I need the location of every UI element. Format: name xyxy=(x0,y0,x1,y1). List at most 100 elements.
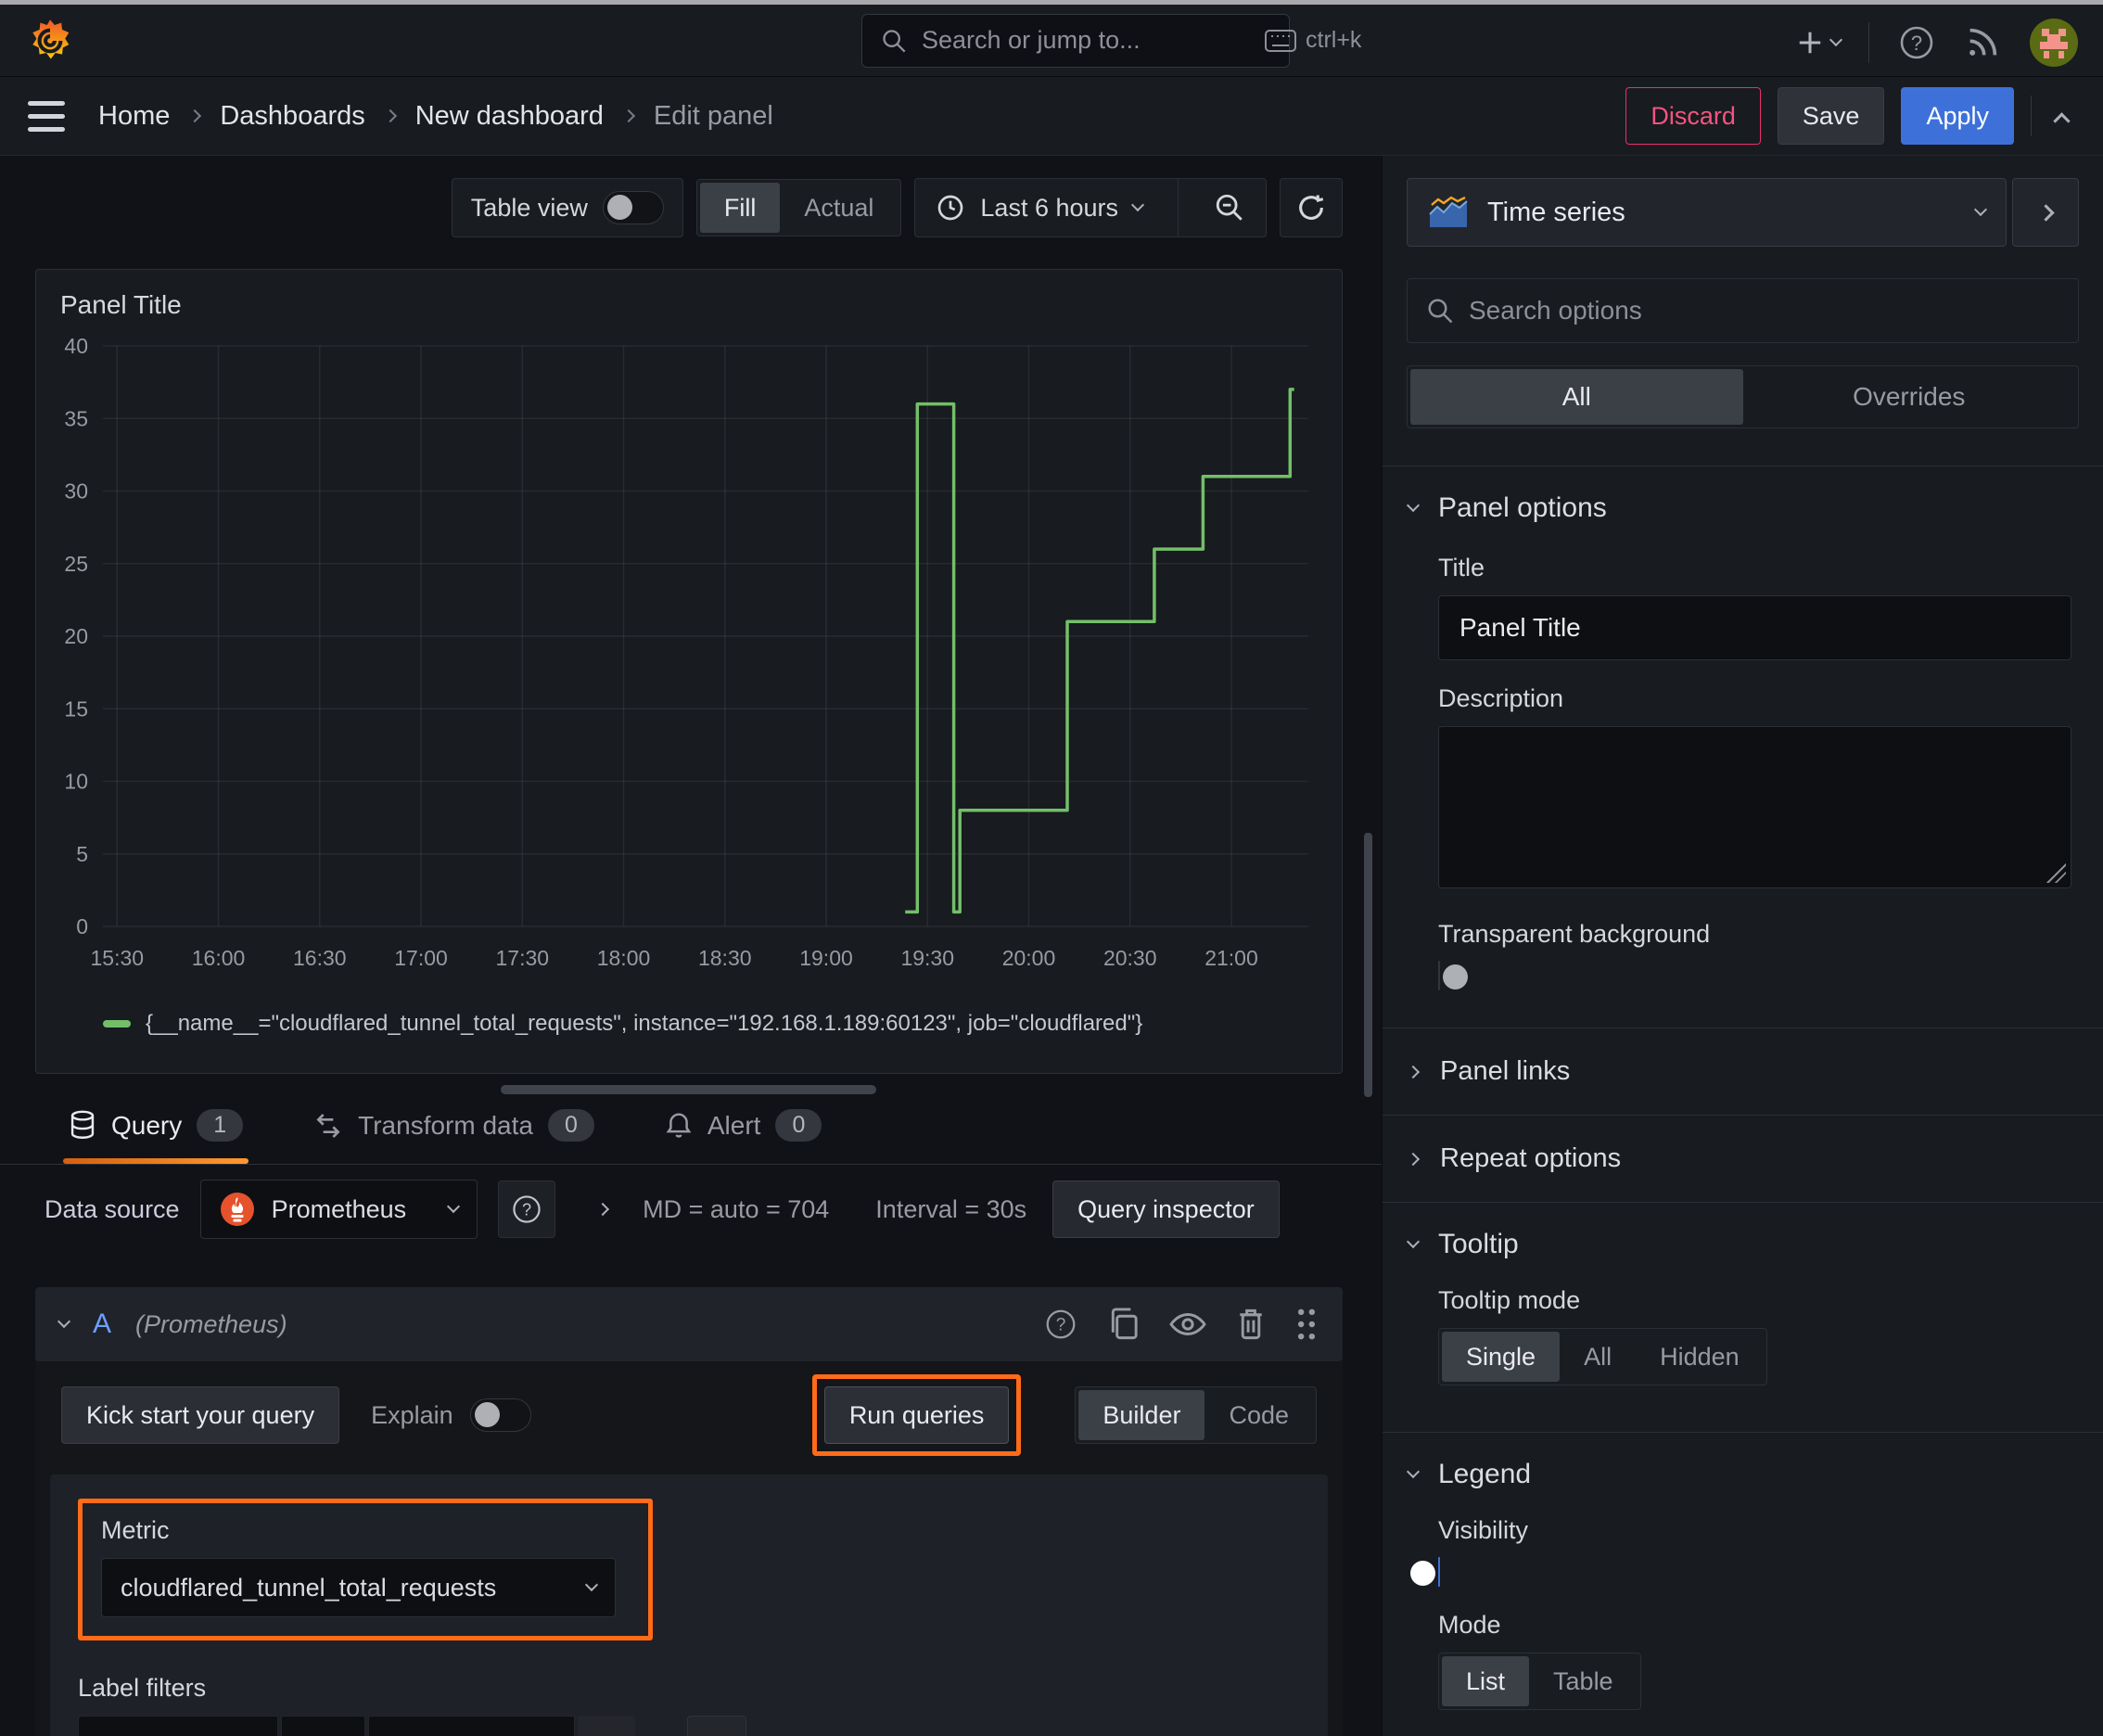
panel-description-textarea[interactable] xyxy=(1438,726,2071,888)
table-view-toggle[interactable] xyxy=(602,191,664,224)
tab-overrides[interactable]: Overrides xyxy=(1743,369,2076,425)
repeat-options-section[interactable]: Repeat options xyxy=(1383,1115,2103,1202)
delete-query-icon[interactable] xyxy=(1235,1307,1267,1342)
svg-text:5: 5 xyxy=(76,842,88,866)
zoom-out-button[interactable] xyxy=(1193,179,1266,236)
builder-option[interactable]: Builder xyxy=(1078,1390,1205,1440)
tab-all[interactable]: All xyxy=(1410,369,1743,425)
database-icon xyxy=(70,1110,95,1139)
svg-text:0: 0 xyxy=(76,914,88,938)
label-filter-row: Select label = Select value xyxy=(78,1716,636,1736)
help-button[interactable]: ? xyxy=(1897,23,1936,62)
metric-select[interactable]: cloudflared_tunnel_total_requests xyxy=(101,1558,616,1617)
legend-section[interactable]: Legend xyxy=(1383,1433,2103,1516)
select-label-dropdown[interactable]: Select label xyxy=(78,1716,278,1736)
refresh-icon xyxy=(1299,195,1324,220)
fill-option[interactable]: Fill xyxy=(699,183,781,233)
global-search[interactable]: ctrl+k xyxy=(861,13,1361,68)
discard-button[interactable]: Discard xyxy=(1625,87,1761,145)
datasource-picker[interactable]: Prometheus xyxy=(199,1180,478,1239)
description-field-label: Description xyxy=(1438,684,1564,712)
mode-table[interactable]: Table xyxy=(1529,1656,1638,1706)
query-row-header[interactable]: A (Prometheus) ? xyxy=(35,1287,1343,1361)
kick-start-button[interactable]: Kick start your query xyxy=(61,1386,340,1444)
svg-text:18:30: 18:30 xyxy=(698,946,752,970)
svg-text:?: ? xyxy=(1056,1316,1066,1335)
tab-transform-data[interactable]: Transform data 0 xyxy=(308,1092,600,1164)
breadcrumb-home[interactable]: Home xyxy=(98,101,170,132)
tooltip-hidden[interactable]: Hidden xyxy=(1636,1332,1764,1382)
toggle-viz-picker-button[interactable] xyxy=(2012,178,2079,247)
options-search[interactable] xyxy=(1407,278,2079,343)
panel-options-section[interactable]: Panel options xyxy=(1383,466,2103,550)
vertical-scrollbar[interactable] xyxy=(1364,833,1372,1097)
new-menu-button[interactable] xyxy=(1796,29,1843,57)
avatar[interactable] xyxy=(2029,18,2079,68)
svg-text:16:30: 16:30 xyxy=(293,946,347,970)
breadcrumb-new-dashboard[interactable]: New dashboard xyxy=(415,101,604,132)
svg-text:20: 20 xyxy=(64,624,88,648)
metric-label: Metric xyxy=(101,1516,170,1544)
search-input[interactable] xyxy=(922,26,1250,55)
tab-query[interactable]: Query 1 xyxy=(63,1092,249,1164)
builder-code-switch: Builder Code xyxy=(1075,1386,1317,1444)
tooltip-section[interactable]: Tooltip xyxy=(1383,1203,2103,1286)
breadcrumb-dashboards[interactable]: Dashboards xyxy=(220,101,364,132)
chevron-up-icon[interactable] xyxy=(2053,111,2071,130)
title-field-label: Title xyxy=(1438,554,1485,581)
actual-option[interactable]: Actual xyxy=(780,183,898,233)
visualization-picker[interactable]: Time series xyxy=(1407,178,2007,247)
query-toolbar: Kick start your query Explain Run querie… xyxy=(35,1361,1343,1469)
operator-dropdown[interactable]: = xyxy=(280,1716,366,1736)
tooltip-mode-switch: Single All Hidden xyxy=(1438,1328,1767,1385)
alert-count-badge: 0 xyxy=(775,1109,822,1142)
options-search-input[interactable] xyxy=(1469,296,2059,326)
transparent-bg-label: Transparent background xyxy=(1438,920,1711,948)
run-queries-highlight: Run queries xyxy=(811,1374,1022,1456)
grafana-logo-icon[interactable] xyxy=(26,17,74,65)
chart-legend[interactable]: {__name__="cloudflared_tunnel_total_requ… xyxy=(51,1005,1327,1037)
breadcrumb: Home Dashboards New dashboard Edit panel xyxy=(98,101,773,132)
refresh-button[interactable] xyxy=(1280,178,1343,237)
tooltip-single[interactable]: Single xyxy=(1442,1332,1561,1382)
explain-toggle[interactable] xyxy=(469,1398,531,1432)
tab-alert[interactable]: Alert 0 xyxy=(659,1092,827,1164)
panel-links-section[interactable]: Panel links xyxy=(1383,1028,2103,1115)
remove-filter-button[interactable] xyxy=(578,1716,636,1736)
legend-series-label[interactable]: {__name__="cloudflared_tunnel_total_requ… xyxy=(146,1011,1142,1037)
mode-list[interactable]: List xyxy=(1442,1656,1530,1706)
code-option[interactable]: Code xyxy=(1204,1390,1313,1440)
menu-icon[interactable] xyxy=(28,100,65,132)
news-rss-icon[interactable] xyxy=(1964,24,2001,61)
duplicate-query-icon[interactable] xyxy=(1107,1307,1141,1342)
run-queries-button[interactable]: Run queries xyxy=(823,1386,1010,1444)
divider xyxy=(1868,22,1869,63)
resize-handle[interactable] xyxy=(2046,862,2066,883)
legend-visibility-toggle[interactable] xyxy=(1410,1557,1440,1587)
plus-icon xyxy=(1799,32,1821,54)
nav-bar: Home Dashboards New dashboard Edit panel… xyxy=(0,77,2103,156)
hide-query-icon[interactable] xyxy=(1168,1308,1207,1340)
table-view-control: Table view xyxy=(451,178,683,237)
select-value-dropdown[interactable]: Select value xyxy=(368,1716,576,1736)
collapse-query-icon[interactable] xyxy=(57,1314,71,1329)
time-range-group: Last 6 hours xyxy=(914,178,1267,237)
datasource-help-button[interactable]: ? xyxy=(498,1181,556,1238)
query-ref-id: A xyxy=(93,1308,112,1339)
chevron-right-icon xyxy=(188,108,202,123)
transparent-bg-toggle[interactable] xyxy=(1438,961,1468,990)
time-series-chart[interactable]: 0 5 10 15 20 25 30 35 40 15:30 16:00 16:30 17:00 17:3… xyxy=(51,333,1329,999)
drag-handle-icon[interactable] xyxy=(1294,1307,1319,1342)
query-inspector-button[interactable]: Query inspector xyxy=(1052,1181,1280,1238)
panel-title-input[interactable] xyxy=(1438,595,2071,660)
query-help-icon[interactable]: ? xyxy=(1042,1306,1079,1343)
add-filter-button[interactable] xyxy=(687,1716,747,1736)
tooltip-all[interactable]: All xyxy=(1560,1332,1636,1382)
time-range-picker[interactable]: Last 6 hours xyxy=(915,179,1163,236)
expand-options-icon[interactable] xyxy=(596,1202,610,1217)
svg-text:?: ? xyxy=(522,1200,531,1219)
apply-button[interactable]: Apply xyxy=(1901,87,2014,145)
save-button[interactable]: Save xyxy=(1777,87,1885,145)
svg-text:?: ? xyxy=(1911,32,1922,55)
tab-alert-label: Alert xyxy=(707,1110,761,1140)
